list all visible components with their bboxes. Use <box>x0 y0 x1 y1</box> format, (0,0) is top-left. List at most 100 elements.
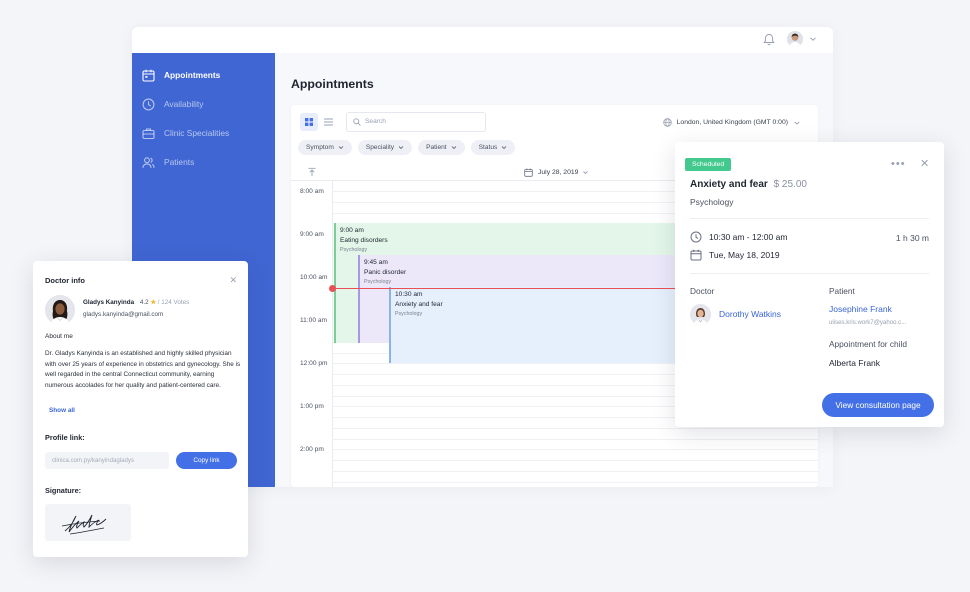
top-bar <box>132 27 833 53</box>
filter-bar: Symptom Speciality Patient Status <box>298 140 516 155</box>
appointment-price: $ 25.00 <box>773 179 807 190</box>
filter-label: Patient <box>426 144 447 151</box>
view-consultation-button[interactable]: View consultation page <box>822 393 934 417</box>
child-label: Appointment for child <box>829 339 907 349</box>
about-text: Dr. Gladys Kanyinda is an established an… <box>45 350 241 389</box>
date-row: Tue, May 18, 2019 <box>690 249 780 261</box>
close-icon[interactable]: ✕ <box>920 159 929 170</box>
star-icon: ★ <box>150 299 157 306</box>
calendar-icon <box>142 69 155 82</box>
grid-icon <box>305 118 313 126</box>
view-toggle <box>300 113 338 131</box>
signature-box <box>45 504 131 541</box>
time-row: 10:30 am - 12:00 am <box>690 231 787 243</box>
doctor-avatar <box>45 295 75 325</box>
doctor-name-link[interactable]: Dorothy Watkins <box>719 309 781 319</box>
chevron-down-icon <box>338 146 344 150</box>
user-avatar[interactable] <box>787 31 803 47</box>
signature-label: Signature: <box>45 486 82 495</box>
appointment-title: Anxiety and fear <box>690 179 768 190</box>
timezone-select[interactable]: London, United Kingdom (GMT 0:00) <box>662 118 806 127</box>
card-title: Doctor info <box>45 276 85 285</box>
search-placeholder: Search <box>365 118 386 125</box>
doctor-name-row: Gladys Kanyinda 4.2 ★ / 124 Votes <box>83 299 189 306</box>
duration: 1 h 30 m <box>895 233 929 243</box>
patient-email: ulises.kris.work7@yahoo.c... <box>829 319 907 326</box>
calendar-icon <box>690 249 702 261</box>
chevron-down-icon <box>502 146 507 150</box>
sidebar-item-label: Appointments <box>164 70 221 80</box>
list-view-button[interactable] <box>319 113 337 131</box>
time-label: 12:00 pm <box>300 360 328 367</box>
doctor-label: Doctor <box>690 286 715 296</box>
doctor-rating: 4.2 <box>139 299 149 306</box>
doctor-name: Gladys Kanyinda <box>83 299 135 306</box>
chevron-down-icon <box>451 146 456 150</box>
filter-speciality[interactable]: Speciality <box>357 140 413 155</box>
date-label: July 28, 2019 <box>538 169 579 176</box>
chevron-down-icon[interactable] <box>809 36 817 42</box>
doctor-votes: / 124 Votes <box>157 299 190 306</box>
current-time-marker <box>329 285 336 292</box>
filter-label: Symptom <box>306 144 334 151</box>
signature-image <box>61 514 107 535</box>
chevron-down-icon <box>794 121 800 125</box>
grid-line <box>333 428 818 429</box>
grid-line <box>333 482 818 483</box>
calendar-icon <box>524 168 533 177</box>
filter-patient[interactable]: Patient <box>418 140 465 155</box>
child-name: Alberta Frank <box>829 358 881 368</box>
filter-label: Status <box>478 144 498 151</box>
about-label: About me <box>45 333 73 340</box>
date-picker[interactable]: July 28, 2019 <box>524 168 594 177</box>
time-label: 2:00 pm <box>300 446 324 453</box>
filter-status[interactable]: Status <box>470 140 516 155</box>
search-input[interactable]: Search <box>346 112 486 132</box>
bell-icon[interactable] <box>763 33 775 46</box>
appointment-title-row: Anxiety and fear $ 25.00 <box>690 179 807 190</box>
list-icon <box>323 118 333 126</box>
appointment-category: Psychology <box>690 197 734 207</box>
status-badge: Scheduled <box>685 158 732 171</box>
time-label: 10:00 am <box>300 274 328 281</box>
doctor-info-card: Doctor info ✕ Gladys Kanyinda 4.2 ★ / 12… <box>33 261 248 557</box>
filter-symptom[interactable]: Symptom <box>298 140 352 155</box>
time-label: 11:00 am <box>300 317 328 324</box>
timezone-label: London, United Kingdom (GMT 0:00) <box>676 119 788 126</box>
grid-line <box>333 449 818 450</box>
copy-link-button[interactable]: Copy link <box>176 452 237 469</box>
profile-link-label: Profile link: <box>45 433 85 442</box>
doctor-avatar <box>690 304 711 325</box>
clock-icon <box>690 231 702 243</box>
close-icon[interactable]: ✕ <box>229 276 237 285</box>
grid-line <box>333 460 818 461</box>
time-label: 8:00 am <box>300 188 324 195</box>
grid-line <box>333 439 818 440</box>
clock-icon <box>142 98 155 110</box>
appointment-detail-card: Scheduled ••• ✕ Anxiety and fear $ 25.00… <box>675 142 944 427</box>
sidebar-item-availability[interactable]: Availability <box>142 93 203 115</box>
time-label: 9:00 am <box>300 231 324 238</box>
sidebar-item-label: Clinic Specialities <box>164 128 230 138</box>
time-label: 1:00 pm <box>300 403 324 410</box>
users-icon <box>142 156 155 168</box>
sidebar-item-label: Patients <box>164 157 195 167</box>
grid-line <box>333 471 818 472</box>
doctor-email: gladys.kanyinda@gmail.com <box>83 311 164 318</box>
profile-link-field[interactable]: clinica.com.py/kanyindagladys <box>45 452 169 469</box>
more-options-icon[interactable]: ••• <box>891 159 906 170</box>
sidebar-item-patients[interactable]: Patients <box>142 151 194 173</box>
grid-view-button[interactable] <box>300 113 318 131</box>
collapse-up-icon[interactable] <box>307 167 317 177</box>
patient-label: Patient <box>829 286 855 296</box>
sidebar-item-clinic-specialities[interactable]: Clinic Specialities <box>142 122 229 144</box>
patient-name-link[interactable]: Josephine Frank <box>829 304 892 314</box>
page-title: Appointments <box>291 77 374 91</box>
briefcase-icon <box>142 127 155 139</box>
appointment-date: Tue, May 18, 2019 <box>709 250 780 260</box>
chevron-down-icon <box>398 146 404 150</box>
sidebar-item-label: Availability <box>164 99 204 109</box>
sidebar-item-appointments[interactable]: Appointments <box>142 64 220 86</box>
show-all-link[interactable]: Show all <box>49 407 75 414</box>
filter-label: Speciality <box>365 144 395 151</box>
